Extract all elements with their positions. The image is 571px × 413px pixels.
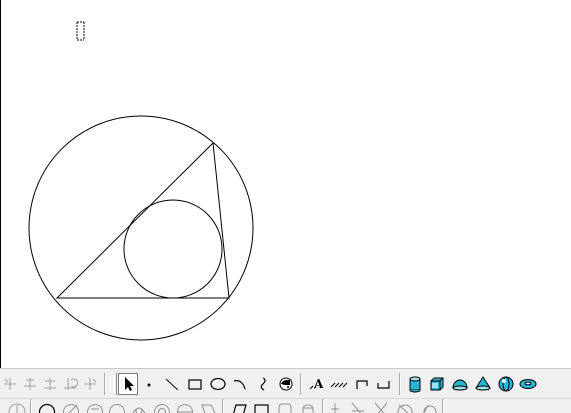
snap-perpendicular-icon[interactable] [40, 373, 60, 395]
bisector-icon[interactable] [349, 399, 367, 413]
drawing-svg[interactable] [0, 0, 571, 372]
text-tool-glyph: A [313, 377, 324, 391]
text-icon[interactable]: A [307, 373, 327, 395]
triangle[interactable] [57, 143, 229, 298]
toolbar-separator [222, 399, 224, 413]
circumscribed-circle[interactable] [29, 116, 253, 340]
leader-icon[interactable] [374, 373, 394, 395]
sphere-icon[interactable] [496, 373, 516, 395]
point-icon[interactable] [139, 373, 159, 395]
cylinder-icon[interactable] [405, 373, 425, 395]
arc-tool-icon[interactable] [130, 399, 148, 413]
tangent-circle-icon[interactable] [372, 399, 390, 413]
toolbar-separator [322, 399, 324, 413]
circle-tool-icon[interactable] [8, 399, 26, 413]
ellipse-tool-icon[interactable] [108, 399, 126, 413]
dimension-icon[interactable] [352, 373, 372, 395]
secondary-toolbar [0, 398, 571, 413]
hatch-icon[interactable] [329, 373, 349, 395]
snap-endpoint-icon[interactable] [0, 373, 20, 395]
rounded-rect-icon[interactable] [230, 399, 248, 413]
cross-line-icon[interactable] [328, 399, 346, 413]
text-cursor[interactable] [77, 22, 84, 40]
toolbar-separator [442, 399, 444, 413]
toolbar-separator [300, 373, 302, 395]
ellipse-icon[interactable] [208, 373, 228, 395]
toolbar-separator [30, 399, 32, 413]
fillet-icon[interactable] [420, 399, 438, 413]
circle-3pt-icon[interactable] [62, 399, 80, 413]
main-toolbar: A [0, 368, 571, 399]
cylinder-tool-icon[interactable] [253, 399, 271, 413]
angle-line-icon[interactable] [299, 399, 317, 413]
drawing-canvas[interactable] [0, 0, 571, 372]
cone-icon[interactable] [473, 373, 493, 395]
line-icon[interactable] [162, 373, 182, 395]
rectangle-icon[interactable] [185, 373, 205, 395]
box-icon[interactable] [427, 373, 447, 395]
polygon-tool-icon[interactable] [153, 399, 171, 413]
square-icon[interactable] [199, 399, 217, 413]
inscribed-circle[interactable] [124, 200, 222, 298]
symbol-icon[interactable] [276, 373, 296, 395]
toolbar-separator [104, 373, 106, 395]
half-sphere-icon[interactable] [450, 373, 470, 395]
vertical-line-icon[interactable] [276, 399, 294, 413]
offset-icon[interactable] [396, 399, 414, 413]
toolbar-separator [399, 373, 401, 395]
parallelogram-icon[interactable] [176, 399, 194, 413]
torus-icon[interactable] [518, 373, 538, 395]
toolbar-grip[interactable] [113, 373, 117, 395]
spline-icon[interactable] [253, 373, 273, 395]
select-arrow-icon[interactable] [118, 373, 138, 395]
snap-midpoint-icon[interactable] [20, 373, 40, 395]
snap-intersection-icon[interactable] [80, 373, 100, 395]
snap-tangent-icon[interactable] [60, 373, 80, 395]
arc-icon[interactable] [230, 373, 250, 395]
circle-tangent-icon[interactable] [86, 399, 104, 413]
circle-2pt-icon[interactable] [38, 399, 56, 413]
